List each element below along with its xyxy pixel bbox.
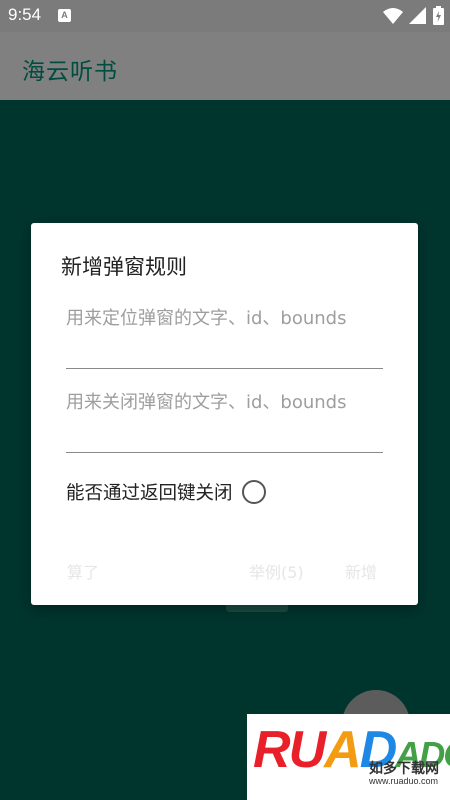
watermark-logo: RUADADO 如多下载网 www.ruaduo.com <box>247 714 450 800</box>
app-bar: 海云听书 <box>0 32 450 100</box>
add-popup-rule-dialog: 新增弹窗规则 能否通过返回键关闭 算了 举例(5) 新增 <box>31 223 418 605</box>
locate-popup-input[interactable] <box>66 305 383 361</box>
status-icons <box>383 6 444 25</box>
status-bar: 9:54 A <box>0 0 450 32</box>
watermark-url: www.ruaduo.com <box>369 776 439 786</box>
notification-a-icon: A <box>58 9 71 22</box>
cancel-button[interactable]: 算了 <box>67 559 99 583</box>
dialog-title: 新增弹窗规则 <box>61 255 187 279</box>
example-button[interactable]: 举例(5) <box>249 559 304 583</box>
app-title: 海云听书 <box>22 59 118 85</box>
locate-popup-field <box>66 305 383 369</box>
signal-icon <box>409 6 426 24</box>
close-popup-input[interactable] <box>66 389 383 445</box>
back-close-label: 能否通过返回键关闭 <box>66 483 233 504</box>
back-close-option[interactable]: 能否通过返回键关闭 <box>66 479 266 505</box>
background-element <box>226 604 288 612</box>
watermark-cn: 如多下载网 <box>369 761 439 777</box>
add-button[interactable]: 新增 <box>345 559 377 583</box>
back-close-radio[interactable] <box>241 480 266 504</box>
wifi-icon <box>383 7 403 24</box>
close-popup-field <box>66 389 383 453</box>
battery-icon <box>433 6 444 25</box>
status-time: 9:54 <box>8 5 42 24</box>
